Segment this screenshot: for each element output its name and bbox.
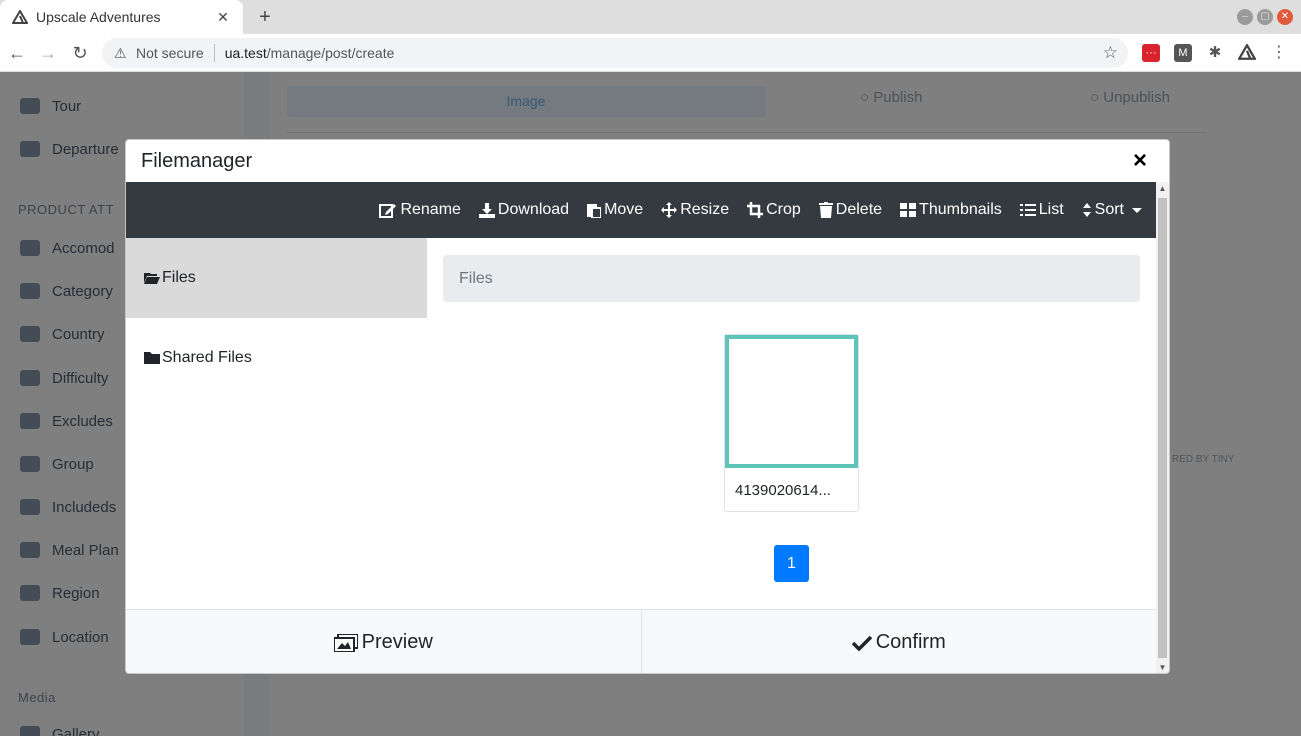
new-tab-button[interactable]: + [255, 6, 275, 28]
thumbnails-label: Thumbnails [919, 201, 1002, 218]
sort-icon [1082, 203, 1091, 217]
list-button[interactable]: List [1019, 201, 1064, 219]
extensions-puzzle-icon[interactable]: ✱ [1206, 44, 1224, 62]
folder-tree: Files Shared Files [126, 238, 427, 609]
delete-button[interactable]: Delete [818, 201, 883, 219]
window-controls: – ▢ ✕ [1237, 9, 1293, 25]
paste-icon [587, 204, 602, 218]
tree-item-label: Files [162, 269, 196, 286]
resize-label: Resize [680, 201, 730, 218]
modal-scrollbar[interactable]: ▲ ▼ [1156, 182, 1169, 673]
tab-title: Upscale Adventures [36, 9, 161, 25]
sort-dropdown[interactable]: Sort [1082, 201, 1142, 219]
chevron-down-icon [1132, 207, 1142, 213]
move-label: Move [604, 201, 644, 218]
reload-icon[interactable]: ↻ [69, 42, 91, 64]
address-bar[interactable]: ⚠ Not secure ua.test/manage/post/create … [102, 38, 1128, 68]
security-label: Not secure [136, 45, 204, 61]
minimize-icon[interactable]: – [1237, 9, 1253, 25]
filemanager-modal: Filemanager × Rename Download Move Resiz… [125, 139, 1170, 674]
delete-label: Delete [835, 201, 883, 218]
window-close-icon[interactable]: ✕ [1277, 9, 1293, 25]
confirm-label: Confirm [875, 631, 946, 653]
url-host: ua.test [224, 45, 267, 61]
move-button[interactable]: Move [587, 201, 643, 219]
profile-logo-icon[interactable] [1237, 43, 1257, 62]
download-button[interactable]: Download [478, 201, 570, 219]
thumbnails-button[interactable]: Thumbnails [900, 201, 1002, 219]
sort-label: Sort [1094, 201, 1124, 218]
crop-icon [747, 202, 764, 218]
modal-close-button[interactable]: × [1133, 149, 1147, 173]
file-item[interactable]: 4139020614... [724, 334, 859, 512]
pagination-page-1[interactable]: 1 [774, 545, 809, 582]
rename-button[interactable]: Rename [379, 201, 461, 219]
grid-icon [900, 203, 917, 217]
modal-title: Filemanager [141, 149, 253, 172]
browser-tabbar: Upscale Adventures ✕ + – ▢ ✕ [0, 0, 1301, 34]
scroll-up-icon[interactable]: ▲ [1156, 182, 1169, 196]
edit-icon [379, 204, 397, 218]
check-icon [851, 635, 872, 651]
folder-icon [144, 352, 160, 364]
list-icon [1019, 204, 1036, 216]
filemanager-toolbar: Rename Download Move Resize Crop Delete [126, 182, 1156, 238]
breadcrumb: Files [443, 255, 1140, 302]
crop-button[interactable]: Crop [747, 201, 801, 219]
resize-button[interactable]: Resize [661, 201, 729, 219]
preview-button[interactable]: Preview [126, 610, 641, 673]
warning-icon: ⚠ [114, 44, 127, 61]
trash-icon [818, 202, 833, 218]
tree-item-shared-files[interactable]: Shared Files [126, 318, 427, 398]
back-icon[interactable]: ← [6, 42, 28, 64]
url-path: /manage/post/create [266, 45, 395, 61]
confirm-button[interactable]: Confirm [640, 610, 1157, 673]
file-name: 4139020614... [735, 482, 831, 499]
divider [213, 44, 215, 62]
browser-toolbar: ← → ↻ ⚠ Not secure ua.test/manage/post/c… [0, 34, 1301, 72]
images-icon [333, 633, 358, 652]
forward-icon[interactable]: → [37, 42, 59, 64]
tree-item-files[interactable]: Files [126, 238, 427, 318]
filemanager-footer: Preview Confirm [126, 609, 1157, 673]
rename-label: Rename [400, 201, 461, 218]
maximize-icon[interactable]: ▢ [1257, 9, 1273, 25]
extension-icon-red[interactable]: ··· [1142, 44, 1160, 62]
arrows-alt-icon [661, 202, 678, 218]
file-thumbnail[interactable] [725, 335, 858, 468]
extension-icon-m[interactable]: M [1174, 44, 1192, 62]
scroll-down-icon[interactable]: ▼ [1156, 661, 1169, 673]
crop-label: Crop [766, 201, 801, 218]
bookmark-star-icon[interactable]: ☆ [1103, 43, 1118, 63]
url-text: ua.test/manage/post/create [225, 45, 395, 61]
filemanager-body: Rename Download Move Resize Crop Delete [126, 182, 1157, 673]
tree-item-label: Shared Files [162, 349, 252, 366]
tab-close-icon[interactable]: ✕ [215, 9, 231, 26]
menu-kebab-icon[interactable]: ⋮ [1270, 44, 1288, 62]
download-label: Download [497, 201, 570, 218]
modal-header: Filemanager × [126, 140, 1169, 182]
preview-label: Preview [361, 631, 433, 653]
list-label: List [1038, 201, 1064, 218]
folder-open-icon [144, 273, 160, 284]
browser-tab[interactable]: Upscale Adventures ✕ [0, 0, 243, 34]
scrollbar-thumb[interactable] [1158, 198, 1167, 658]
site-logo-icon [12, 10, 28, 24]
download-icon [478, 203, 495, 218]
